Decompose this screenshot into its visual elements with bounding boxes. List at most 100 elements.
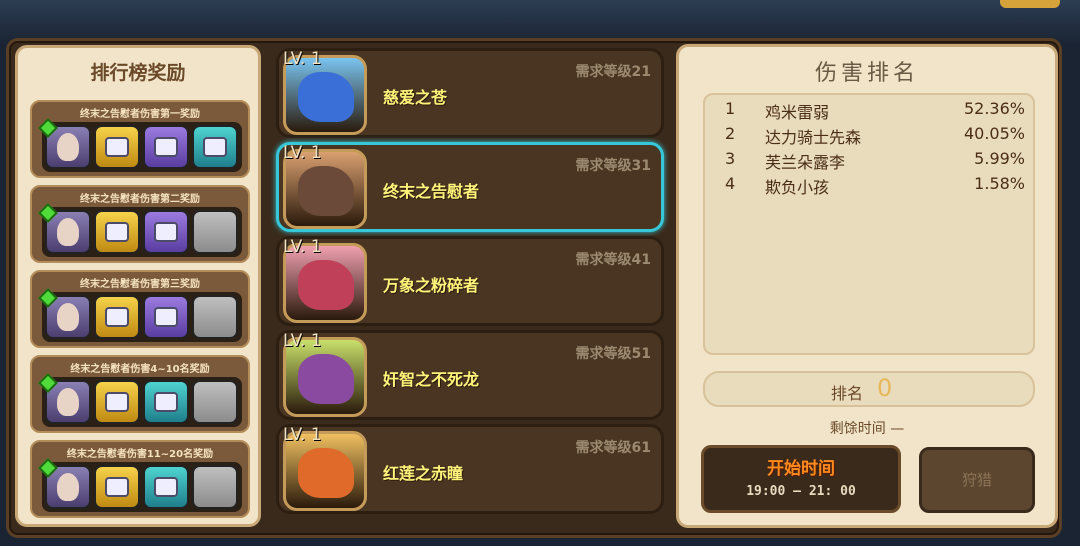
gem-icon	[38, 288, 58, 308]
empty-reward-slot[interactable]	[192, 465, 238, 509]
reward-card-title: 终末之告慰者伤害第三奖励	[80, 279, 200, 290]
rank-number: 3	[725, 149, 736, 168]
chest-icon	[154, 222, 178, 242]
boss-level: LV. 1	[283, 425, 322, 445]
boss-name: 终末之告慰者	[383, 182, 480, 201]
chest-icon	[154, 307, 178, 327]
rank-number: 2	[725, 124, 736, 143]
ranking-row: 3 芙兰朵露李 5.99%	[725, 149, 1025, 173]
my-rank-label: 排名	[831, 384, 864, 403]
hero-reward-icon[interactable]	[38, 288, 91, 339]
corner-button-icon[interactable]	[1000, 0, 1060, 8]
gold-chest-icon[interactable]	[94, 295, 140, 339]
boss-level-requirement: 需求等级21	[575, 64, 651, 80]
reward-items	[38, 373, 242, 427]
reward-items	[38, 118, 242, 172]
reward-items	[38, 203, 242, 257]
boss-name: 慈爱之苍	[383, 88, 448, 107]
chest-icon	[154, 477, 178, 497]
my-rank: 排名 0	[703, 371, 1035, 407]
empty-reward-slot[interactable]	[192, 210, 238, 254]
boss-name: 奸智之不死龙	[383, 370, 480, 389]
boss-row[interactable]: LV. 1 万象之粉碎者 需求等级41	[276, 236, 664, 326]
rank-number: 4	[725, 174, 736, 193]
teal-chest-icon[interactable]	[143, 465, 189, 509]
hero-portrait	[57, 388, 79, 416]
reward-items	[38, 288, 242, 342]
ranking-row: 2 达力骑士先森 40.05%	[725, 124, 1025, 148]
gold-chest-icon[interactable]	[94, 125, 140, 169]
player-name: 芙兰朵露李	[765, 153, 846, 172]
boss-level-requirement: 需求等级61	[575, 440, 651, 456]
remaining-time: 剩馀时间 —	[829, 421, 905, 437]
gem-icon	[38, 118, 58, 138]
ranking-row: 1 鸡米雷弱 52.36%	[725, 99, 1025, 123]
hero-reward-icon[interactable]	[38, 118, 91, 169]
damage-percent: 1.58%	[974, 174, 1025, 193]
teal-chest-icon[interactable]	[143, 380, 189, 424]
start-time-range: 19:00 — 21: 00	[746, 484, 856, 499]
hero-portrait	[57, 218, 79, 246]
damage-panel-title: 伤害排名	[814, 61, 919, 86]
reward-card: 终末之告慰者伤害11~20名奖励	[30, 440, 250, 518]
chest-icon	[105, 222, 129, 242]
reward-card-title: 终末之告慰者伤害第二奖励	[80, 194, 200, 205]
dragon-icon	[298, 448, 354, 498]
damage-ranking-list: 1 鸡米雷弱 52.36% 2 达力骑士先森 40.05% 3 芙兰朵露李 5.99% 4 欺负小孩…	[703, 93, 1035, 355]
hero-portrait	[57, 133, 79, 161]
teal-chest-icon[interactable]	[192, 125, 238, 169]
rank-number: 1	[725, 99, 736, 118]
chest-icon	[105, 307, 129, 327]
boss-row[interactable]: LV. 1 奸智之不死龙 需求等级51	[276, 330, 664, 420]
purple-chest-icon[interactable]	[143, 210, 189, 254]
purple-chest-icon[interactable]	[143, 295, 189, 339]
boss-level-requirement: 需求等级51	[575, 346, 651, 362]
dragon-icon	[298, 166, 354, 216]
purple-chest-icon[interactable]	[143, 125, 189, 169]
boss-name: 万象之粉碎者	[383, 276, 480, 295]
boss-list: LV. 1 慈爱之苍 需求等级21 LV. 1 终末之告慰者 需求等级31 LV. 1 万象之…	[272, 44, 666, 534]
player-name: 欺负小孩	[765, 178, 830, 197]
boss-level-requirement: 需求等级41	[575, 252, 651, 268]
hunt-button[interactable]: 狩猎	[919, 447, 1035, 513]
player-name: 达力骑士先森	[765, 128, 862, 147]
chest-icon	[105, 137, 129, 157]
player-name: 鸡米雷弱	[765, 103, 830, 122]
reward-card-title: 终末之告慰者伤害第一奖励	[80, 109, 200, 120]
hero-reward-icon[interactable]	[38, 458, 91, 509]
reward-card: 终末之告慰者伤害第二奖励	[30, 185, 250, 263]
reward-card: 终末之告慰者伤害第三奖励	[30, 270, 250, 348]
chest-icon	[105, 392, 129, 412]
damage-panel: 伤害排名 1 鸡米雷弱 52.36% 2 达力骑士先森 40.05% 3 芙兰朵露李 5.99%…	[676, 44, 1058, 528]
dragon-icon	[298, 72, 354, 122]
damage-percent: 52.36%	[963, 99, 1025, 118]
chest-icon	[203, 137, 227, 157]
hero-portrait	[57, 473, 79, 501]
reward-card-title: 终末之告慰者伤害11~20名奖励	[66, 449, 214, 460]
reward-panel-title: 排行榜奖励	[90, 62, 186, 84]
reward-card-title: 终末之告慰者伤害4~10名奖励	[70, 364, 210, 375]
chest-icon	[105, 477, 129, 497]
boss-row[interactable]: LV. 1 慈爱之苍 需求等级21	[276, 48, 664, 138]
hero-reward-icon[interactable]	[38, 373, 91, 424]
boss-level-requirement: 需求等级31	[575, 158, 651, 174]
boss-row[interactable]: LV. 1 终末之告慰者 需求等级31	[276, 142, 664, 232]
reward-items	[38, 458, 242, 512]
start-time-box: 开始时间 19:00 — 21: 00	[701, 445, 901, 513]
gold-chest-icon[interactable]	[94, 465, 140, 509]
gem-icon	[38, 458, 58, 478]
empty-reward-slot[interactable]	[192, 380, 238, 424]
hero-reward-icon[interactable]	[38, 203, 91, 254]
gold-chest-icon[interactable]	[94, 380, 140, 424]
boss-row[interactable]: LV. 1 红莲之赤瞳 需求等级61	[276, 424, 664, 514]
reward-card: 终末之告慰者伤害第一奖励	[30, 100, 250, 178]
boss-level: LV. 1	[283, 143, 322, 163]
empty-reward-slot[interactable]	[192, 295, 238, 339]
ranking-row: 4 欺负小孩 1.58%	[725, 174, 1025, 198]
gold-chest-icon[interactable]	[94, 210, 140, 254]
dragon-icon	[298, 354, 354, 404]
reward-card: 终末之告慰者伤害4~10名奖励	[30, 355, 250, 433]
reward-panel: 排行榜奖励 终末之告慰者伤害第一奖励 终末之告慰者伤害第二奖励 终末之告慰者伤害第三…	[15, 45, 261, 527]
boss-level: LV. 1	[283, 49, 322, 69]
start-time-label: 开始时间	[767, 459, 835, 479]
